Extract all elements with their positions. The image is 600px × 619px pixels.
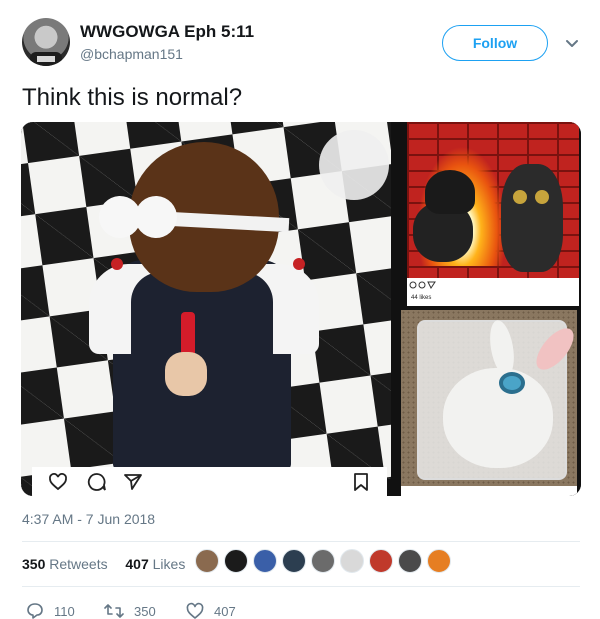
cat-shape <box>319 130 389 200</box>
divider <box>22 541 580 542</box>
retweet-count: 350 <box>134 603 156 619</box>
chevron-down-icon[interactable] <box>565 36 579 50</box>
owl-statue <box>501 164 563 272</box>
media-photo-top-right[interactable]: 44 likes <box>395 122 581 306</box>
mini-action-icons <box>409 281 436 289</box>
bunny-head <box>443 368 553 468</box>
liker-avatar[interactable] <box>369 549 393 573</box>
liker-avatar[interactable] <box>427 549 451 573</box>
retweets-count[interactable]: 350 <box>22 556 45 572</box>
divider <box>22 586 580 587</box>
likes-label[interactable]: Likes <box>153 556 186 572</box>
liker-avatar[interactable] <box>224 549 248 573</box>
likes-count[interactable]: 407 <box>125 556 148 572</box>
liker-avatar[interactable] <box>253 549 277 573</box>
liker-avatar[interactable] <box>311 549 335 573</box>
follow-button[interactable]: Follow <box>442 25 548 61</box>
owl-eye-right <box>535 190 549 204</box>
likes-caption: 44 likes <box>411 295 432 301</box>
retweets-label[interactable]: Retweets <box>49 556 107 572</box>
instagram-action-bar <box>32 467 387 496</box>
tweet-text: Think this is normal? <box>22 84 243 111</box>
retweet-button[interactable]: 350 <box>104 602 156 619</box>
reply-icon <box>27 603 43 619</box>
girl-hand <box>165 352 207 396</box>
heart-icon <box>186 602 204 619</box>
owl-eye-left <box>513 190 527 204</box>
like-count: 407 <box>214 603 236 619</box>
like-button[interactable]: 407 <box>186 602 236 619</box>
user-avatar[interactable] <box>22 18 70 66</box>
liker-avatar[interactable] <box>398 549 422 573</box>
display-name[interactable]: WWGOWGA Eph 5:11 <box>80 22 254 42</box>
instagram-action-bar-bottom <box>401 486 577 496</box>
reply-button[interactable]: 110 <box>26 602 75 619</box>
tweet-media-grid[interactable]: 44 likes <box>21 122 581 496</box>
media-photo-main[interactable] <box>21 122 391 496</box>
log-shape-top <box>425 170 475 214</box>
dress-button-left <box>111 258 123 270</box>
liker-avatar[interactable] <box>340 549 364 573</box>
retweet-icon <box>104 604 124 618</box>
tweet-stats: 350 Retweets 407 Likes <box>22 556 185 572</box>
reply-count: 110 <box>54 603 75 619</box>
send-icon <box>124 474 142 490</box>
liker-avatars[interactable] <box>195 549 456 579</box>
comment-icon <box>87 473 106 491</box>
bunny-eye <box>499 372 525 394</box>
avatar-shirt-print <box>37 56 55 62</box>
tweet-timestamp[interactable]: 4:37 AM - 7 Jun 2018 <box>22 511 155 527</box>
hair-bow <box>99 190 179 248</box>
heart-icon <box>49 473 67 491</box>
liker-avatar[interactable] <box>195 549 219 573</box>
bookmark-icon <box>354 473 368 491</box>
liker-avatar[interactable] <box>282 549 306 573</box>
user-handle[interactable]: @bchapman151 <box>80 46 183 62</box>
dress-button-right <box>293 258 305 270</box>
media-photo-bottom-right[interactable] <box>395 310 581 496</box>
